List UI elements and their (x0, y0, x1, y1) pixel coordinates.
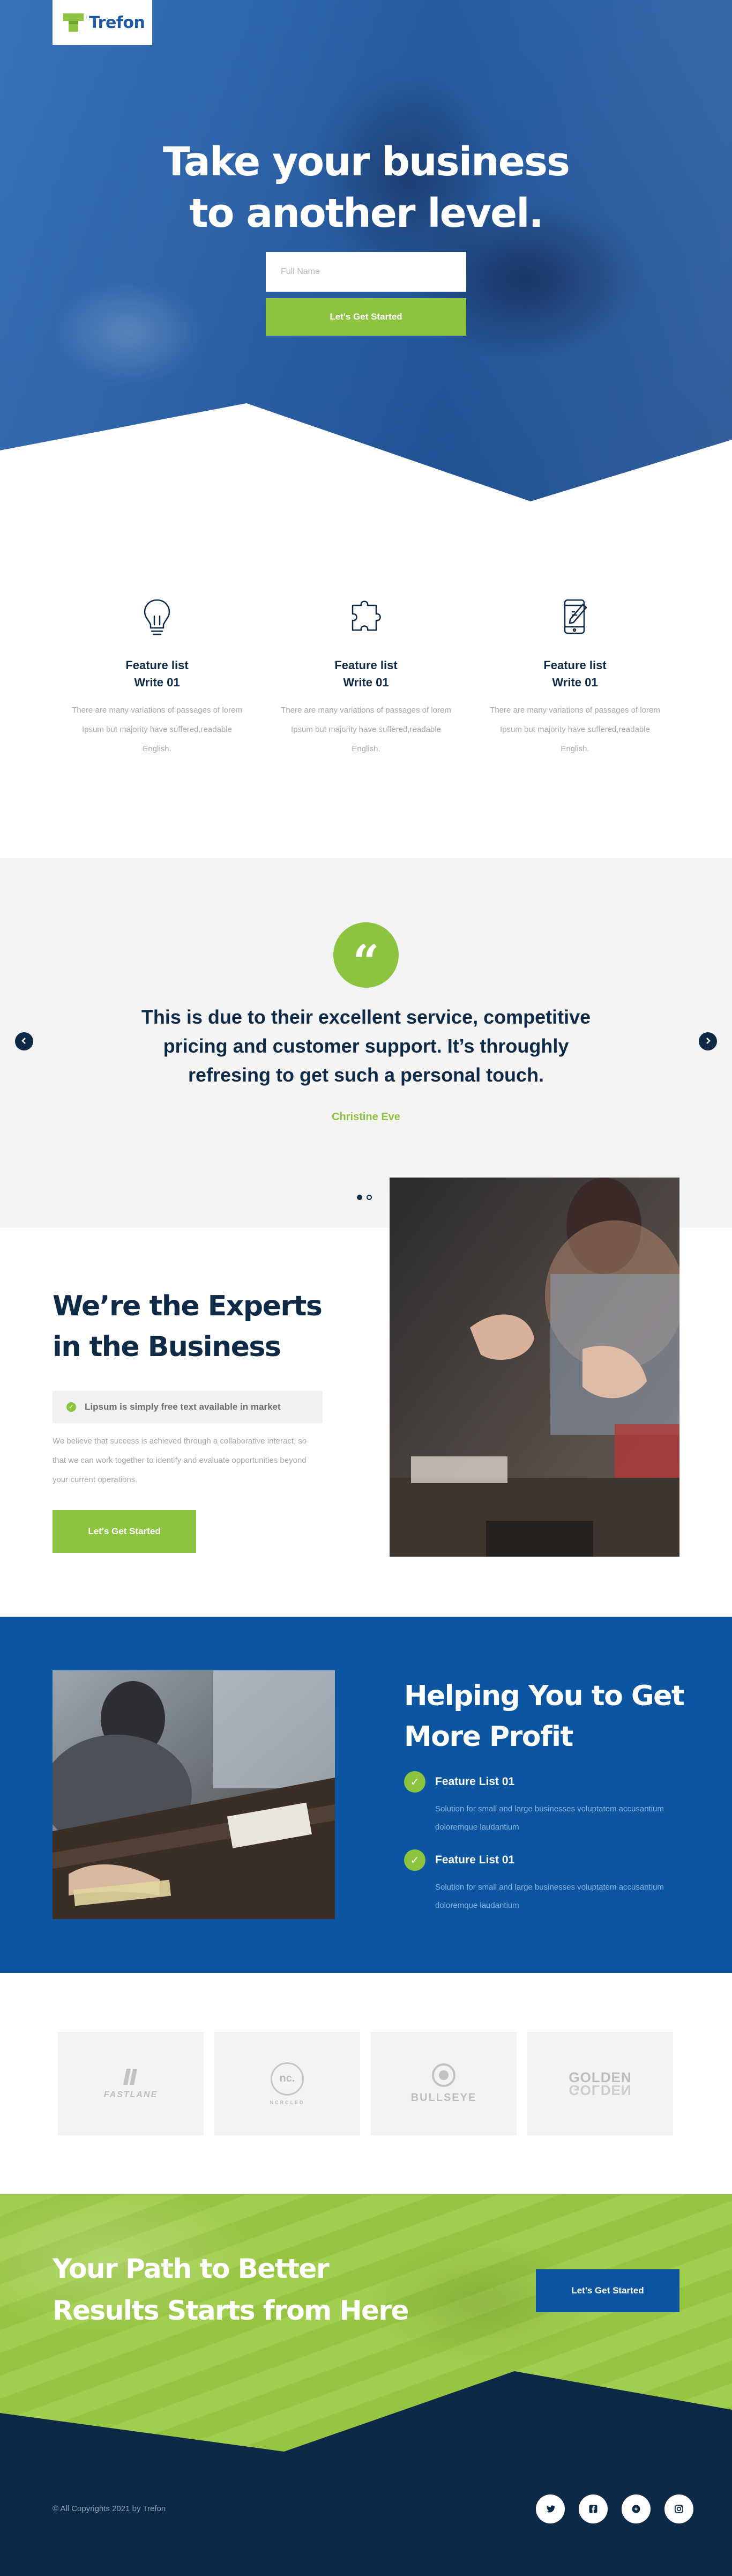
feature-title: Feature list Write 01 (489, 657, 661, 691)
golden-brand-reflection: GOLDEN (569, 2082, 632, 2098)
chevron-right-icon (706, 1038, 711, 1044)
feature-title-line-1: Feature list (543, 658, 607, 672)
fastlane-logo-icon (123, 2068, 137, 2085)
facebook-icon (589, 2505, 597, 2513)
profit-feature-head: ✓ Feature List 01 (404, 1771, 683, 1793)
check-icon: ✓ (404, 1771, 425, 1793)
meeting-photo-illustration (390, 1178, 679, 1557)
feature-title-line-1: Feature list (334, 658, 398, 672)
feature-title-line-2: Write 01 (343, 676, 389, 689)
twitter-icon (546, 2505, 556, 2513)
feature-description: There are many variations of passages of… (281, 706, 451, 753)
instagram-icon (675, 2505, 683, 2513)
dribbble-link[interactable] (622, 2494, 651, 2523)
golden-brand-name: GOLDEN (569, 2069, 632, 2085)
lightbulb-icon (144, 599, 170, 635)
testimonial-quote: This is due to their excellent service, … (107, 1003, 625, 1090)
client-logos-section: FASTLANE nc. NCRCLED BULLSEYE GOLDEN GOL… (0, 1973, 732, 2194)
chevron-left-icon (21, 1038, 26, 1044)
fastlane-brand-name: FASTLANE (103, 2090, 158, 2099)
testimonial-quote-line-1: This is due to their excellent service, … (141, 1006, 591, 1028)
hero-title-line-1: Take your business (162, 139, 570, 185)
client-logo-nc[interactable]: nc. NCRCLED (214, 2032, 360, 2135)
feature-description: There are many variations of passages of… (72, 706, 242, 753)
profit-title-line-2: More Profit (404, 1721, 573, 1753)
profit-title: Helping You to Get More Profit (404, 1676, 685, 1757)
experts-section: We’re the Experts in the Business ✓ Lips… (0, 1178, 732, 1617)
social-links (536, 2494, 693, 2523)
hero-get-started-button[interactable]: Let's Get Started (266, 298, 466, 336)
features-section: Feature list Write 01 There are many var… (0, 501, 732, 858)
hero-shape-divider (0, 403, 732, 501)
experts-tag-text: Lipsum is simply free text available in … (85, 1402, 281, 1412)
site-footer: © All Copyrights 2021 by Trefon (0, 2452, 732, 2576)
cta-shape-divider (0, 2371, 732, 2452)
puzzle-icon (352, 601, 381, 631)
team-photo-illustration (53, 1670, 335, 1919)
feature-title: Feature list Write 01 (280, 657, 452, 691)
nc-logo-circle: nc. (271, 2062, 304, 2096)
cta-section: Your Path to Better Results Starts from … (0, 2194, 732, 2452)
full-name-input[interactable] (266, 252, 466, 292)
facebook-link[interactable] (579, 2494, 608, 2523)
previous-slide-button[interactable] (15, 1032, 33, 1050)
team-photo (53, 1670, 335, 1919)
testimonial-quote-line-3: refresing to get such a personal touch. (188, 1064, 544, 1086)
slider-dot-1[interactable] (357, 1195, 362, 1200)
feature-card: Feature list Write 01 There are many var… (489, 593, 661, 759)
feature-title: Feature list Write 01 (71, 657, 243, 691)
profit-feature-text: Solution for small and large businesses … (435, 1804, 664, 1832)
experts-highlight-tag: ✓ Lipsum is simply free text available i… (53, 1391, 323, 1423)
profit-feature-text: Solution for small and large businesses … (435, 1883, 664, 1910)
twitter-link[interactable] (536, 2494, 565, 2523)
feature-card: Feature list Write 01 There are many var… (71, 593, 243, 759)
profit-feature-item: ✓ Feature List 01 Solution for small and… (404, 1771, 683, 1837)
testimonial-section: “ This is due to their excellent service… (0, 858, 732, 1228)
profit-feature-title: Feature List 01 (435, 1775, 515, 1788)
instagram-link[interactable] (664, 2494, 693, 2523)
hero-title-line-2: to another level. (189, 190, 543, 236)
slider-dots (357, 1195, 372, 1200)
profit-feature-title: Feature List 01 (435, 1854, 515, 1866)
bullseye-brand-name: BULLSEYE (410, 2092, 477, 2104)
profit-feature-head: ✓ Feature List 01 (404, 1849, 683, 1871)
bullseye-logo-icon (432, 2063, 455, 2087)
testimonial-author: Christine Eve (332, 1111, 400, 1123)
client-logo-golden[interactable]: GOLDEN GOLDEN (527, 2032, 673, 2135)
meeting-photo (390, 1178, 679, 1557)
next-slide-button[interactable] (699, 1032, 717, 1050)
experts-description: We believe that success is achieved thro… (53, 1437, 307, 1484)
feature-description: There are many variations of passages of… (490, 706, 660, 753)
profit-section: Helping You to Get More Profit ✓ Feature… (0, 1617, 732, 1973)
experts-title: We’re the Experts in the Business (53, 1286, 323, 1367)
mobile-edit-icon (564, 599, 587, 634)
experts-title-line-1: We’re the Experts (53, 1290, 323, 1322)
brand-logo[interactable]: Trefon (53, 0, 152, 45)
slider-dot-2[interactable] (367, 1195, 372, 1200)
nc-brand-name: NCRCLED (270, 2099, 305, 2105)
logo-mark-icon (63, 13, 84, 32)
nc-logo-mark: nc. (279, 2072, 295, 2084)
feature-title-line-2: Write 01 (134, 676, 180, 689)
quote-icon: “ (333, 922, 399, 989)
hero-title: Take your business to another level. (0, 136, 732, 239)
feature-title-line-2: Write 01 (552, 676, 598, 689)
brand-name: Trefon (89, 13, 145, 32)
hero-section: Trefon Take your business to another lev… (0, 0, 732, 501)
profit-feature-item: ✓ Feature List 01 Solution for small and… (404, 1849, 683, 1915)
feature-title-line-1: Feature list (125, 658, 189, 672)
copyright-text: © All Copyrights 2021 by Trefon (53, 2504, 166, 2513)
check-icon: ✓ (66, 1402, 76, 1412)
client-logo-fastlane[interactable]: FASTLANE (58, 2032, 204, 2135)
testimonial-quote-line-2: pricing and customer support. It’s throu… (163, 1035, 569, 1057)
experts-get-started-button[interactable]: Let's Get Started (53, 1510, 196, 1553)
experts-title-line-2: in the Business (53, 1331, 281, 1363)
feature-card: Feature list Write 01 There are many var… (280, 593, 452, 759)
check-icon: ✓ (404, 1849, 425, 1871)
profit-title-line-1: Helping You to Get (404, 1680, 685, 1712)
dribbble-icon (632, 2505, 640, 2513)
client-logo-bullseye[interactable]: BULLSEYE (371, 2032, 517, 2135)
